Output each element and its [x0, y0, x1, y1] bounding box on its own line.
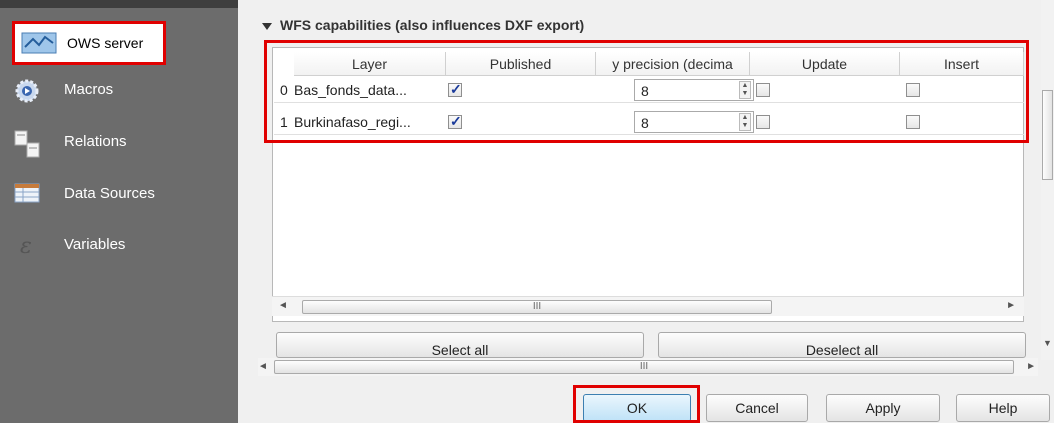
- deselect-all-button[interactable]: Deselect all: [658, 332, 1026, 358]
- published-checkbox[interactable]: [448, 81, 462, 98]
- update-checkbox[interactable]: [756, 83, 770, 97]
- section-header[interactable]: WFS capabilities (also influences DXF ex…: [262, 17, 584, 33]
- scroll-right-icon[interactable]: ►: [1026, 361, 1036, 372]
- published-checkbox[interactable]: [448, 113, 462, 130]
- table-row: 0 Bas_fonds_data... 8 ▲▼: [274, 78, 1024, 103]
- section-title: WFS capabilities (also influences DXF ex…: [280, 17, 585, 33]
- select-all-button[interactable]: Select all: [276, 332, 644, 358]
- sidebar-item-relations[interactable]: Relations: [0, 122, 238, 162]
- column-header-published[interactable]: Published: [446, 52, 596, 76]
- scrollbar-thumb[interactable]: III: [274, 360, 1014, 374]
- main-panel: WFS capabilities (also influences DXF ex…: [238, 0, 1054, 423]
- precision-value: 8: [641, 83, 649, 99]
- table-row: 1 Burkinafaso_regi... 8 ▲▼: [274, 110, 1024, 135]
- sidebar-item-macros[interactable]: Macros: [0, 70, 238, 110]
- sidebar-item-ows-server[interactable]: OWS server: [12, 21, 166, 65]
- svg-text:ε: ε: [20, 234, 32, 259]
- variables-icon: ε: [14, 233, 38, 259]
- sidebar-item-label: OWS server: [67, 35, 144, 51]
- spin-arrows-icon[interactable]: ▲ ▼: [739, 81, 751, 99]
- precision-value: 8: [641, 115, 649, 131]
- table-horizontal-scrollbar[interactable]: ◄ III ►: [272, 296, 1024, 316]
- column-header-layer[interactable]: Layer: [294, 52, 446, 76]
- scroll-right-icon[interactable]: ►: [1006, 300, 1016, 311]
- relations-icon: [14, 130, 40, 158]
- collapse-triangle-icon: [262, 22, 272, 30]
- sidebar-item-label: Relations: [64, 133, 127, 150]
- row-index: 0: [280, 82, 288, 98]
- main-vertical-scrollbar[interactable]: ▼: [1041, 0, 1054, 360]
- insert-checkbox[interactable]: [906, 115, 920, 129]
- sidebar-item-label: Data Sources: [64, 185, 155, 202]
- sidebar-top-edge: [0, 0, 238, 8]
- update-checkbox[interactable]: [756, 115, 770, 129]
- layer-name[interactable]: Burkinafaso_regi...: [294, 114, 411, 130]
- layer-name[interactable]: Bas_fonds_data...: [294, 82, 407, 98]
- ows-server-icon: [21, 31, 57, 55]
- sidebar-item-variables[interactable]: ε Variables: [0, 225, 238, 265]
- help-button[interactable]: Help: [956, 394, 1050, 422]
- apply-button[interactable]: Apply: [826, 394, 940, 422]
- column-header-insert[interactable]: Insert: [900, 52, 1024, 76]
- column-header-update[interactable]: Update: [750, 52, 900, 76]
- sidebar-item-label: Macros: [64, 81, 114, 98]
- main-horizontal-scrollbar[interactable]: ◄ III ►: [258, 358, 1038, 376]
- macros-gear-icon: [14, 78, 39, 103]
- sidebar-item-label: Variables: [64, 236, 126, 253]
- ok-button[interactable]: OK: [583, 394, 691, 422]
- scrollbar-thumb[interactable]: [1042, 90, 1053, 180]
- sidebar: OWS server Macros Relations Data Sources…: [0, 0, 238, 423]
- scroll-down-icon[interactable]: ▼: [1043, 338, 1052, 348]
- precision-spinbox[interactable]: 8 ▲ ▼: [634, 111, 754, 133]
- row-index: 1: [280, 114, 288, 130]
- cancel-button[interactable]: Cancel: [706, 394, 808, 422]
- scroll-left-icon[interactable]: ◄: [278, 300, 288, 311]
- spin-arrows-icon[interactable]: ▲ ▼: [739, 113, 751, 131]
- data-sources-icon: [14, 182, 40, 206]
- column-header-precision[interactable]: y precision (decima: [596, 52, 750, 76]
- sidebar-item-data-sources[interactable]: Data Sources: [0, 174, 238, 214]
- scrollbar-thumb[interactable]: III: [302, 300, 772, 314]
- scroll-left-icon[interactable]: ◄: [258, 361, 268, 372]
- precision-spinbox[interactable]: 8 ▲ ▼: [634, 79, 754, 101]
- insert-checkbox[interactable]: [906, 83, 920, 97]
